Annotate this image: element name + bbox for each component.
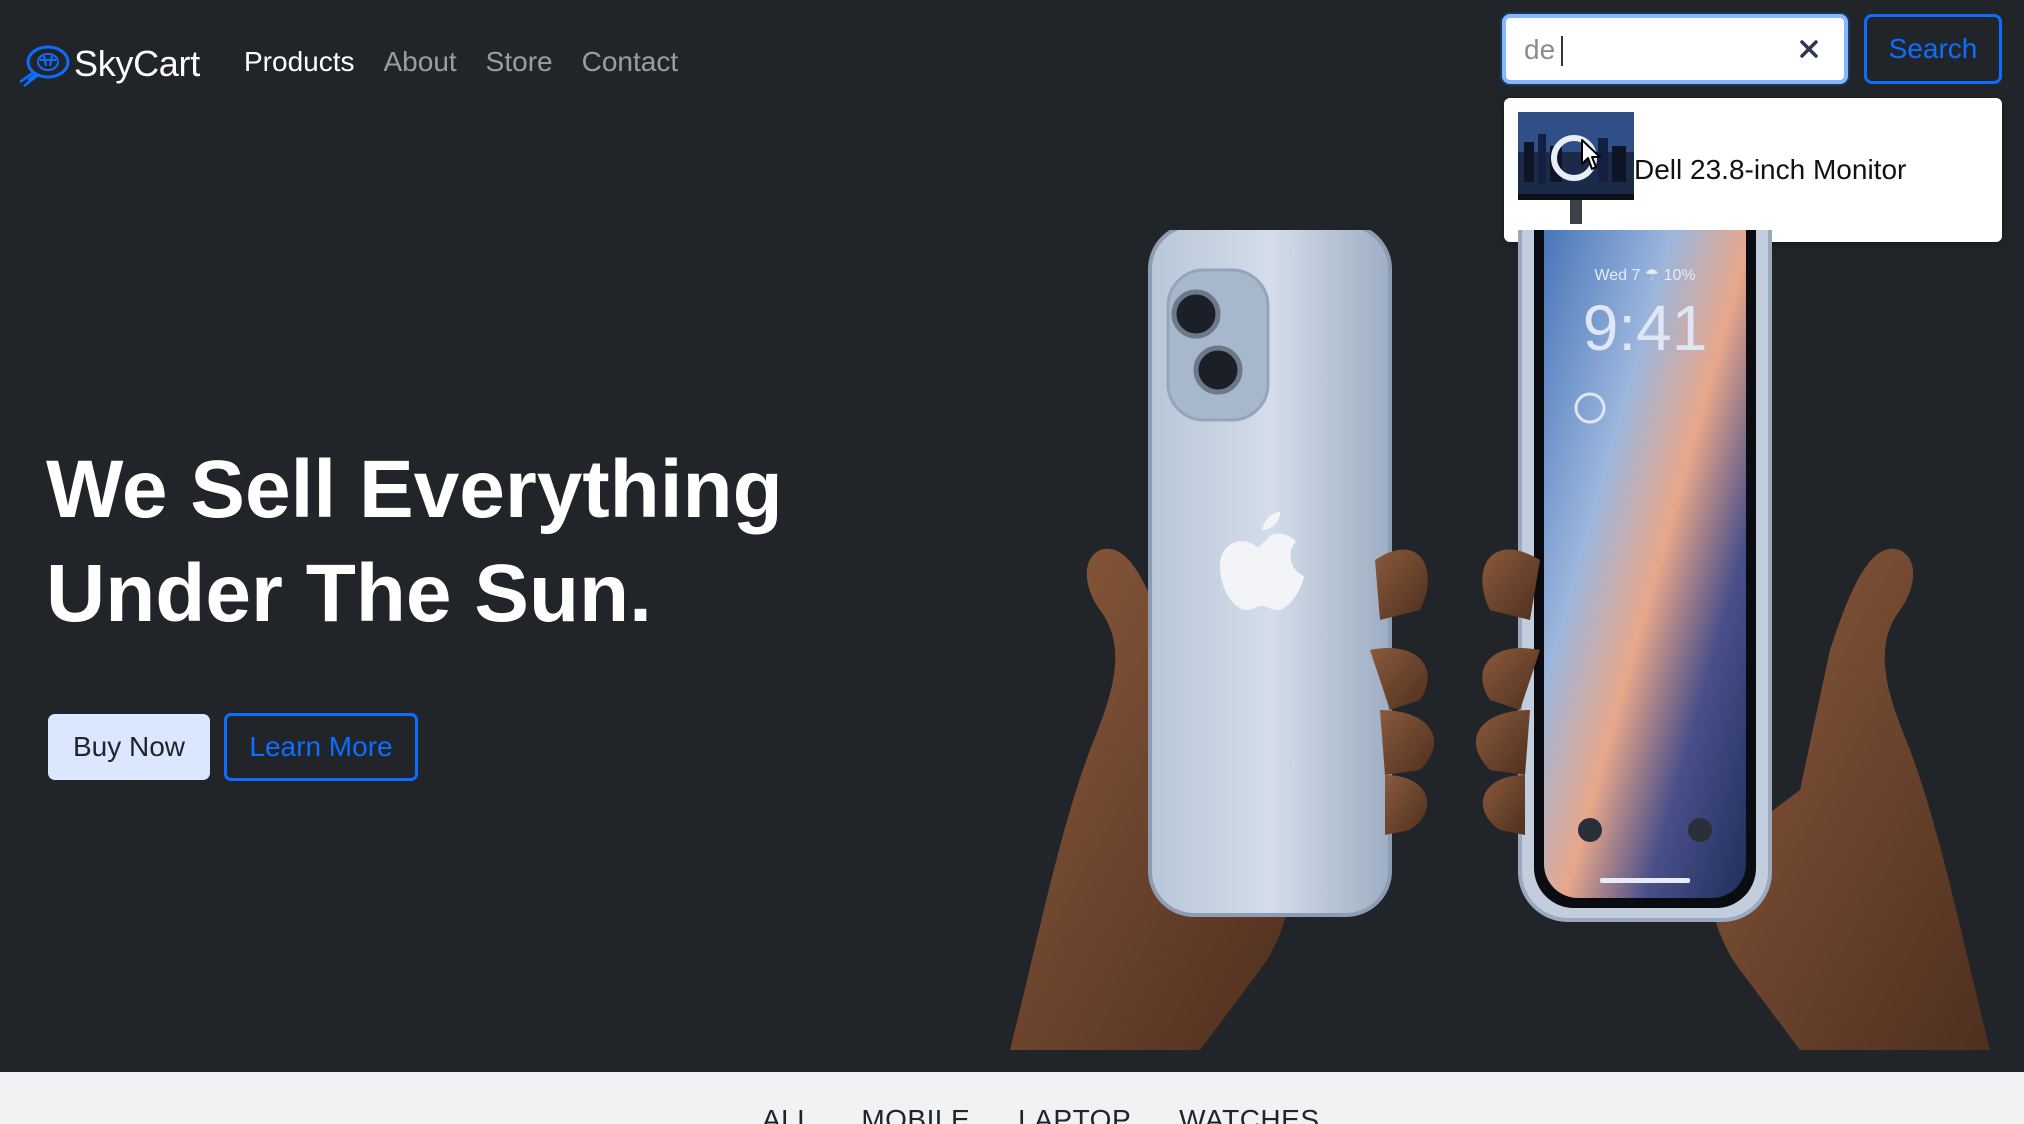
search-button[interactable]: Search xyxy=(1864,14,2002,84)
search-result-item[interactable]: Dell 23.8-inch Monitor xyxy=(1504,98,2002,242)
nav-item-products[interactable]: Products xyxy=(244,46,355,78)
hero-title-line-1: We Sell Everything xyxy=(46,444,783,535)
search-input-wrapper xyxy=(1502,14,1848,84)
monitor-thumbnail-icon xyxy=(1518,112,1634,224)
brand-link[interactable]: SkyCart xyxy=(18,40,200,88)
nav-item-store[interactable]: Store xyxy=(486,46,553,78)
brand-name: SkyCart xyxy=(74,43,200,84)
hero-phones-image: Wed 7 ☂ 10% 9:41 xyxy=(1010,230,1990,1050)
nav-item-about[interactable]: About xyxy=(384,46,457,78)
phone-time-text: 9:41 xyxy=(1583,292,1708,364)
search-results-dropdown: Dell 23.8-inch Monitor xyxy=(1504,98,2002,242)
hero-title-line-2: Under The Sun. xyxy=(46,548,652,639)
nav-links: Products About Store Contact xyxy=(244,46,707,78)
category-tab-watches[interactable]: WATCHES xyxy=(1179,1104,1319,1124)
category-tab-all[interactable]: ALL xyxy=(762,1104,813,1124)
category-bar: ALL MOBILE LAPTOP WATCHES xyxy=(0,1072,2024,1124)
close-icon[interactable] xyxy=(1796,36,1822,62)
category-tab-laptop[interactable]: LAPTOP xyxy=(1018,1104,1131,1124)
category-tab-mobile[interactable]: MOBILE xyxy=(861,1104,970,1124)
phone-date-text: Wed 7 ☂ 10% xyxy=(1594,267,1695,284)
search-form: Search xyxy=(1502,14,2002,84)
category-tabs: ALL MOBILE LAPTOP WATCHES xyxy=(762,1104,1368,1124)
learn-more-button[interactable]: Learn More xyxy=(224,713,418,781)
globe-cart-logo-icon xyxy=(19,45,70,87)
hero-title: We Sell Everything Under The Sun. xyxy=(46,438,946,646)
text-caret xyxy=(1561,36,1563,66)
buy-now-button[interactable]: Buy Now xyxy=(48,714,210,780)
search-result-name: Dell 23.8-inch Monitor xyxy=(1634,154,1907,185)
mouse-pointer-icon xyxy=(1581,139,1601,170)
nav-item-contact[interactable]: Contact xyxy=(582,46,679,78)
page: SkyCart Products About Store Contact Sea… xyxy=(0,0,2024,1124)
